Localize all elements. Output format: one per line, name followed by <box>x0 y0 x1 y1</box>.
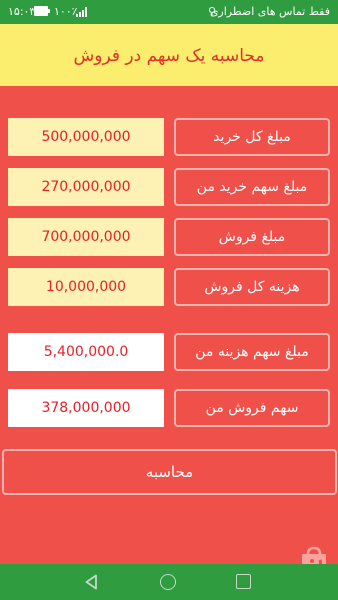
calculate-button[interactable]: محاسبه <box>2 449 337 495</box>
my-sale-share-output: 378,000,000 <box>8 389 164 427</box>
total-purchase-label-button[interactable]: مبلغ کل خرید <box>174 118 330 156</box>
row-my-purchase-share: 270,000,000 مبلغ سهم خرید من <box>0 168 338 206</box>
my-sale-share-label-button[interactable]: سهم فروش من <box>174 389 330 427</box>
row-my-cost-share: 5,400,000.0 مبلغ سهم هزینه من <box>0 333 338 371</box>
home-icon[interactable] <box>160 574 176 590</box>
battery-icon <box>34 6 50 16</box>
my-cost-share-output: 5,400,000.0 <box>8 333 164 371</box>
row-total-purchase: 500,000,000 مبلغ کل خرید <box>0 118 338 156</box>
total-sale-cost-label-button[interactable]: هزینه کل فروش <box>174 268 330 306</box>
total-sale-cost-input[interactable]: 10,000,000 <box>8 268 164 306</box>
title-bar: محاسبه یک سهم در فروش <box>0 24 338 86</box>
carrier-text: فقط تماس های اضطراری <box>209 5 330 18</box>
row-my-sale-share: 378,000,000 سهم فروش من <box>0 389 338 427</box>
status-bar: ۱۵:۰۳ ۱۰۰٪ ⚲ فقط تماس های اضطراری <box>0 0 338 24</box>
battery-percentage: ۱۰۰٪ <box>54 5 78 18</box>
my-cost-share-label-button[interactable]: مبلغ سهم هزینه من <box>174 333 330 371</box>
my-purchase-share-label-button[interactable]: مبلغ سهم خرید من <box>174 168 330 206</box>
status-time: ۱۵:۰۳ <box>8 5 36 18</box>
my-purchase-share-input[interactable]: 270,000,000 <box>8 168 164 206</box>
page-title: محاسبه یک سهم در فروش <box>73 46 265 66</box>
signal-icon <box>76 7 88 17</box>
row-total-sale-cost: 10,000,000 هزینه کل فروش <box>0 268 338 306</box>
row-sale-amount: 700,000,000 مبلغ فروش <box>0 218 338 256</box>
total-purchase-input[interactable]: 500,000,000 <box>8 118 164 156</box>
navigation-bar <box>0 564 338 600</box>
recent-apps-icon[interactable] <box>236 574 251 589</box>
sale-amount-label-button[interactable]: مبلغ فروش <box>174 218 330 256</box>
back-icon[interactable] <box>84 574 100 590</box>
sale-amount-input[interactable]: 700,000,000 <box>8 218 164 256</box>
